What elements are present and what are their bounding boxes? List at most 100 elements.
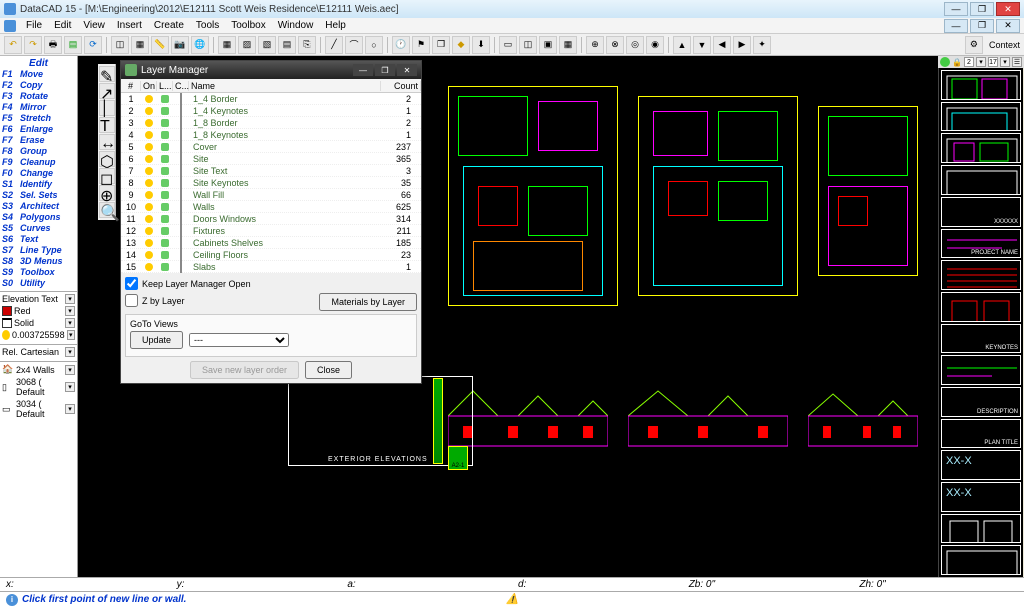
color-swatch[interactable] [180,237,182,249]
cmd-curves[interactable]: S5Curves [2,223,75,234]
thumbnail[interactable]: XX-X [941,482,1021,512]
vtool-line[interactable]: │ [99,100,115,116]
menu-window[interactable]: Window [272,20,320,31]
thumbnail[interactable]: PLAN TITLE [941,419,1021,449]
cmd-text[interactable]: S6Text [2,234,75,245]
thumbnail[interactable]: XX-X [941,450,1021,480]
flag-button[interactable]: ⚑ [412,36,430,54]
bulb-icon[interactable] [145,95,153,103]
bulb-icon[interactable] [145,179,153,187]
color-swatch[interactable] [180,153,182,165]
lock-icon[interactable] [161,203,169,211]
layer-row[interactable]: 7Site Text3 [121,165,421,177]
color-swatch[interactable] [180,93,182,105]
thumb-pg2[interactable]: 17 [988,57,998,67]
vtool-poly[interactable]: ⬡ [99,151,115,167]
update-button[interactable]: Update [130,331,183,349]
cmd-polygons[interactable]: S4Polygons [2,212,75,223]
save-order-button[interactable]: Save new layer order [190,361,299,379]
wall-type[interactable]: 2x4 Walls [16,365,63,375]
menu-insert[interactable]: Insert [111,20,148,31]
undo-button[interactable]: ↶ [4,36,22,54]
tool-1[interactable]: ◫ [111,36,129,54]
maximize-button[interactable]: ❐ [970,2,994,16]
menu-file[interactable]: File [20,20,48,31]
lock-icon[interactable] [161,191,169,199]
lock-icon[interactable] [161,131,169,139]
layer-dd[interactable]: ▾ [65,294,75,304]
wall-dd[interactable]: ▾ [65,365,75,375]
layer-button[interactable]: ▤ [64,36,82,54]
cmd-enlarge[interactable]: F6Enlarge [2,124,75,135]
lock-icon[interactable] [161,239,169,247]
print-button[interactable]: 🖶 [44,36,62,54]
import-button[interactable]: ⬇ [472,36,490,54]
lock-icon[interactable] [161,215,169,223]
cmd-line-type[interactable]: S7Line Type [2,245,75,256]
box3d-button[interactable]: ❒ [432,36,450,54]
layer-row[interactable]: 10Walls625 [121,201,421,213]
layer-row[interactable]: 8Site Keynotes35 [121,177,421,189]
color-swatch[interactable] [180,213,182,225]
view-2[interactable]: ◫ [519,36,537,54]
color-dd[interactable]: ▾ [65,306,75,316]
thumbnail[interactable] [941,545,1021,575]
bulb-icon[interactable] [145,143,153,151]
menu-toolbox[interactable]: Toolbox [225,20,271,31]
layer-row[interactable]: 21_4 Keynotes1 [121,105,421,117]
bulb-icon[interactable] [145,227,153,235]
thumbnail[interactable]: KEYNOTES [941,324,1021,354]
lock-icon[interactable] [161,227,169,235]
color-swatch[interactable] [180,273,182,274]
layer-row[interactable]: 13Cabinets Shelves185 [121,237,421,249]
color-swatch[interactable] [2,306,12,316]
layer-row[interactable]: 11_4 Border2 [121,93,421,105]
thumbnail[interactable] [941,292,1021,322]
materials-by-layer-button[interactable]: Materials by Layer [319,293,417,311]
color-swatch[interactable] [180,201,182,213]
tool-2[interactable]: ▦ [131,36,149,54]
color-swatch[interactable] [180,141,182,153]
thumb-menu[interactable]: ☰ [1012,57,1022,67]
cmd-mirror[interactable]: F4Mirror [2,102,75,113]
menu-edit[interactable]: Edit [48,20,77,31]
dialog-close-button[interactable]: ✕ [397,64,417,76]
cmd-sel-sets[interactable]: S2Sel. Sets [2,190,75,201]
snap-2[interactable]: ⊗ [606,36,624,54]
thumbnail[interactable] [941,165,1021,195]
dialog-max-button[interactable]: ❐ [375,64,395,76]
bulb-icon[interactable] [145,119,153,127]
coord-mode[interactable]: Rel. Cartesian [2,347,63,357]
dim2-dd[interactable]: ▾ [65,404,75,414]
cmd-stretch[interactable]: F5Stretch [2,113,75,124]
cmd-cleanup[interactable]: F9Cleanup [2,157,75,168]
lock-icon[interactable] [161,143,169,151]
goto-view-select[interactable]: --- [189,333,289,347]
tool-b[interactable]: ▼ [693,36,711,54]
vtool-zoom[interactable]: 🔍 [99,202,115,218]
snap-3[interactable]: ◎ [626,36,644,54]
dim2[interactable]: 3034 ( Default [16,399,63,419]
tool-c[interactable]: ◀ [713,36,731,54]
bulb-icon[interactable] [145,131,153,139]
color-swatch[interactable] [180,129,182,141]
dim1-dd[interactable]: ▾ [65,382,75,392]
render-button[interactable]: ◆ [452,36,470,54]
cmd-change[interactable]: F0Change [2,168,75,179]
thumbnail[interactable] [941,260,1021,290]
color-swatch[interactable] [180,225,182,237]
menu-create[interactable]: Create [148,20,190,31]
lock-icon[interactable] [161,251,169,259]
line-button[interactable]: ╱ [325,36,343,54]
circle-button[interactable]: ○ [365,36,383,54]
factor-value[interactable]: 0.003725598 [12,330,65,340]
layer-row[interactable]: 9Wall Fill66 [121,189,421,201]
thumb-pg1[interactable]: 2 [964,57,974,67]
layer-row[interactable]: 11Doors Windows314 [121,213,421,225]
camera-button[interactable]: 📷 [171,36,189,54]
color-swatch[interactable] [180,189,182,201]
hatch-3[interactable]: ▤ [278,36,296,54]
vtool-pencil[interactable]: ✎ [99,66,115,82]
bulb-icon[interactable] [145,239,153,247]
color-swatch[interactable] [180,261,182,273]
